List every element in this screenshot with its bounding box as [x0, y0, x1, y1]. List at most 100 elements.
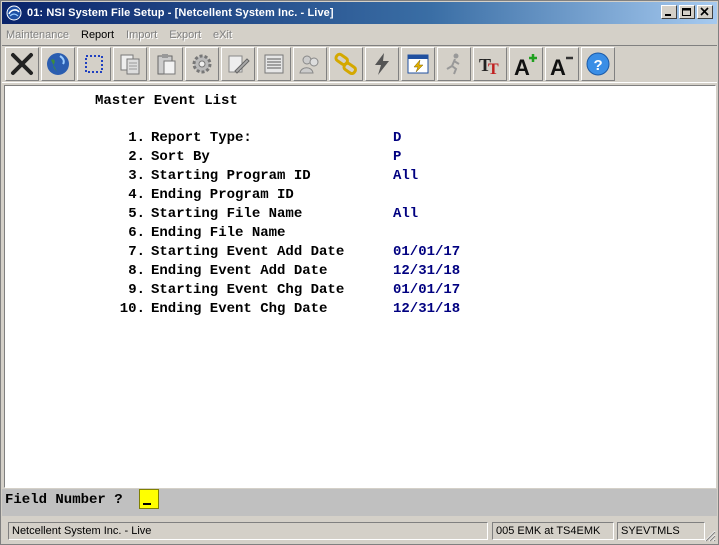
- gear-icon: [192, 54, 212, 74]
- close-x-icon: [11, 53, 33, 75]
- field-row[interactable]: 4. Ending Program ID: [113, 187, 294, 206]
- users-tool-button[interactable]: [293, 47, 327, 81]
- users-icon: [299, 55, 319, 74]
- field-value: All: [393, 206, 419, 222]
- edit-icon: [228, 55, 250, 74]
- svg-text:T: T: [488, 61, 499, 77]
- field-row[interactable]: 3. Starting Program ID All: [113, 168, 418, 187]
- field-number-input[interactable]: [139, 489, 159, 509]
- help-icon: ?: [586, 52, 610, 76]
- help-tool-button[interactable]: ?: [581, 47, 615, 81]
- status-bar: Netcellent System Inc. - Live 005 EMK at…: [2, 519, 717, 543]
- field-value: 01/01/17: [393, 244, 461, 260]
- field-value: 12/31/18: [393, 263, 461, 279]
- font-decrease-icon: A: [550, 55, 573, 77]
- field-label: Starting Event Add Date: [151, 244, 345, 260]
- link-icon: [334, 52, 357, 76]
- font-increase-icon: A: [514, 54, 537, 77]
- app-icon: [6, 5, 22, 21]
- field-label: Ending Program ID: [151, 187, 294, 203]
- field-label: Ending Event Add Date: [151, 263, 328, 279]
- field-number: 7.: [128, 244, 145, 260]
- link-tool-button[interactable]: [329, 47, 363, 81]
- paste-icon: [157, 54, 176, 75]
- menu-bar: Maintenance Report Import Export eXit: [2, 25, 717, 44]
- font-larger-button[interactable]: A: [509, 47, 543, 81]
- calendar-tool-button[interactable]: [401, 47, 435, 81]
- calendar-lightning-icon: [407, 54, 429, 74]
- lightning-tool-button[interactable]: [365, 47, 399, 81]
- field-value: All: [393, 168, 419, 184]
- toolbar: TT A A ?: [2, 45, 717, 83]
- font-tt-icon: TT: [479, 55, 499, 77]
- field-label: Starting File Name: [151, 206, 303, 222]
- close-tool-button[interactable]: [5, 47, 39, 81]
- settings-tool-button[interactable]: [185, 47, 219, 81]
- field-row[interactable]: 9. Starting Event Chg Date 01/01/17: [113, 282, 460, 301]
- copy-icon: [120, 54, 140, 75]
- menu-import[interactable]: Import: [126, 29, 157, 41]
- report-screen: Master Event List 1. Report Type: D 2. Sort …: [4, 85, 716, 488]
- field-row[interactable]: 1. Report Type: D: [113, 130, 401, 149]
- menu-export[interactable]: Export: [169, 29, 201, 41]
- edit-tool-button[interactable]: [221, 47, 255, 81]
- window-title: 01: NSI System File Setup - [Netcellent …: [27, 7, 334, 19]
- app-window: 01: NSI System File Setup - [Netcellent …: [0, 0, 719, 545]
- menu-exit[interactable]: eXit: [213, 29, 232, 41]
- status-company: Netcellent System Inc. - Live: [8, 522, 488, 540]
- resize-grip-icon[interactable]: [703, 529, 716, 542]
- list-tool-button[interactable]: [257, 47, 291, 81]
- lightning-icon: [375, 53, 389, 75]
- menu-maintenance[interactable]: Maintenance: [6, 29, 69, 41]
- prompt-bar: Field Number ?: [2, 489, 717, 516]
- field-number: 6.: [128, 225, 145, 241]
- run-tool-button[interactable]: [437, 47, 471, 81]
- restore-button[interactable]: [679, 5, 695, 19]
- field-row[interactable]: 2. Sort By P: [113, 149, 401, 168]
- font-smaller-button[interactable]: A: [545, 47, 579, 81]
- status-program: SYEVTMLS: [617, 522, 705, 540]
- restore-icon: [682, 8, 691, 16]
- minimize-button[interactable]: [661, 5, 677, 19]
- select-tool-button[interactable]: [77, 47, 111, 81]
- field-value: 01/01/17: [393, 282, 461, 298]
- field-row[interactable]: 8. Ending Event Add Date 12/31/18: [113, 263, 460, 282]
- title-bar[interactable]: 01: NSI System File Setup - [Netcellent …: [2, 2, 717, 24]
- font-tool-button[interactable]: TT: [473, 47, 507, 81]
- internet-tool-button[interactable]: [41, 47, 75, 81]
- field-number: 2.: [128, 149, 145, 165]
- minimize-icon: [665, 14, 671, 16]
- field-number: 10.: [119, 301, 145, 317]
- field-row[interactable]: 6. Ending File Name: [113, 225, 285, 244]
- menu-report[interactable]: Report: [81, 29, 114, 41]
- field-label: Report Type:: [151, 130, 252, 146]
- screen-title: Master Event List: [95, 93, 238, 109]
- copy-tool-button[interactable]: [113, 47, 147, 81]
- field-label: Sort By: [151, 149, 210, 165]
- field-row[interactable]: 5. Starting File Name All: [113, 206, 418, 225]
- field-number: 9.: [128, 282, 145, 298]
- close-icon: [700, 7, 709, 16]
- field-row[interactable]: 10. Ending Event Chg Date 12/31/18: [113, 301, 460, 320]
- svg-text:?: ?: [594, 57, 603, 74]
- globe-icon: [47, 53, 69, 75]
- field-row[interactable]: 7. Starting Event Add Date 01/01/17: [113, 244, 460, 263]
- field-number: 8.: [128, 263, 145, 279]
- field-number: 1.: [128, 130, 145, 146]
- close-button[interactable]: [697, 5, 713, 19]
- field-value: P: [393, 149, 402, 165]
- field-value: D: [393, 130, 402, 146]
- paste-tool-button[interactable]: [149, 47, 183, 81]
- field-number-label: Field Number ?: [5, 492, 123, 508]
- svg-text:A: A: [550, 55, 566, 77]
- field-label: Starting Program ID: [151, 168, 311, 184]
- text-cursor: [143, 503, 151, 505]
- select-rectangle-icon: [85, 55, 103, 73]
- field-number: 4.: [128, 187, 145, 203]
- run-icon: [446, 53, 460, 75]
- field-label: Ending Event Chg Date: [151, 301, 328, 317]
- field-value: 12/31/18: [393, 301, 461, 317]
- field-number: 5.: [128, 206, 145, 222]
- list-icon: [264, 54, 284, 74]
- field-number: 3.: [128, 168, 145, 184]
